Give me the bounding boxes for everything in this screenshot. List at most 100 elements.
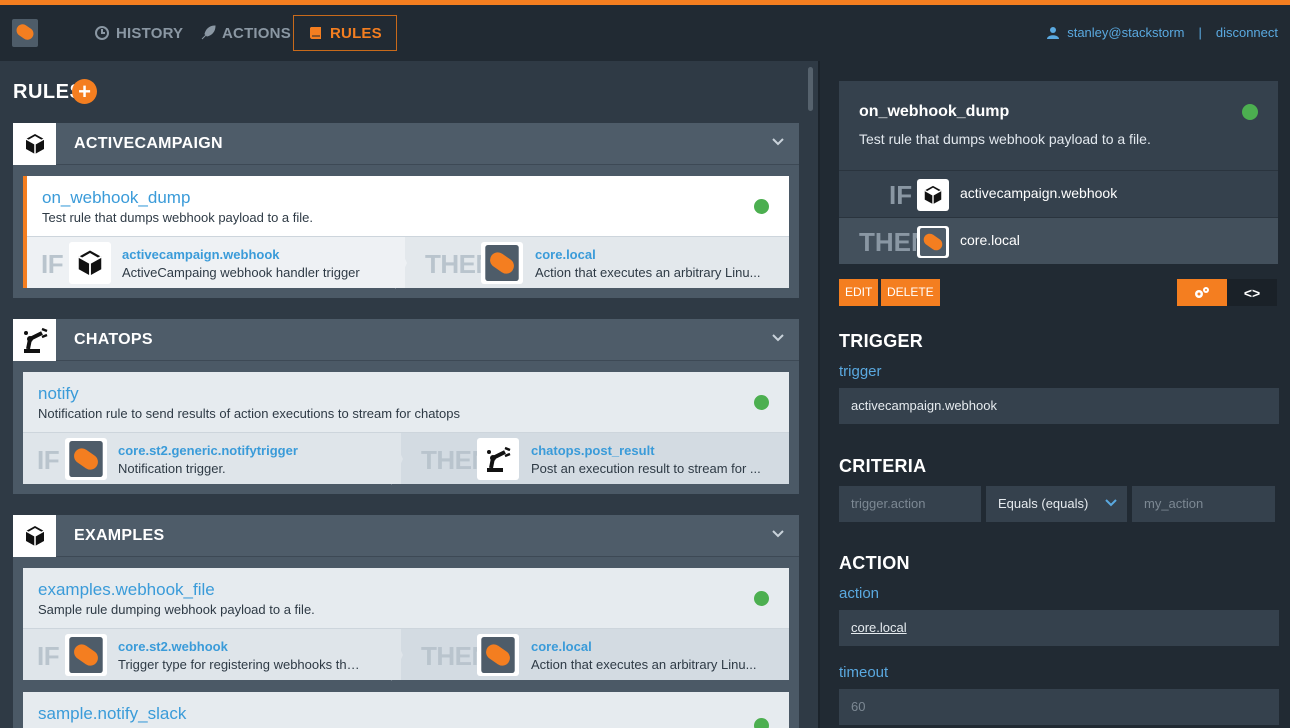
nav-history[interactable]: HISTORY <box>80 15 197 51</box>
trigger-description: ActiveCampaing webhook handler trigger <box>122 265 360 280</box>
timeout-field-label: timeout <box>839 664 889 681</box>
action-ref[interactable]: core.local <box>531 639 592 654</box>
detail-trigger-ref[interactable]: activecampaign.webhook <box>960 185 1117 201</box>
criteria-key-input[interactable]: trigger.action <box>839 486 981 522</box>
criteria-value-input[interactable]: my_action <box>1132 486 1275 522</box>
add-rule-button[interactable]: + <box>72 79 97 104</box>
rule-trigger: IF activecampaign.webhook ActiveCampaing… <box>27 237 407 289</box>
group-header[interactable]: ACTIVECAMPAIGN <box>13 123 799 165</box>
nav-rules[interactable]: RULES <box>293 15 397 51</box>
nav-actions[interactable]: ACTIONS <box>186 15 305 51</box>
detail-action-row: THEN core.local <box>839 217 1278 264</box>
chevron-down-icon <box>1105 499 1117 507</box>
cube-icon <box>69 242 111 284</box>
action-section-title: ACTION <box>839 553 910 573</box>
top-navigation-bar: HISTORY ACTIONS RULES stanley@stackstorm… <box>0 5 1290 61</box>
trigger-section-title: TRIGGER <box>839 331 924 351</box>
rule-name[interactable]: notify <box>38 384 79 404</box>
trigger-field-label: trigger <box>839 363 882 380</box>
rule-card[interactable]: sample.notify_slack <box>23 692 789 728</box>
action-description: Action that executes an arbitrary Linu..… <box>535 265 761 280</box>
rule-summary-card: on_webhook_dump Test rule that dumps web… <box>839 81 1278 264</box>
stackstorm-logo-icon[interactable] <box>12 19 38 47</box>
cube-icon <box>13 123 56 165</box>
trigger-field[interactable]: activecampaign.webhook <box>839 388 1279 424</box>
trigger-description: Trigger type for registering webhooks th… <box>118 657 366 672</box>
rule-group-activecampaign: ACTIVECAMPAIGN on_webhook_dump Test rule… <box>13 123 799 298</box>
username[interactable]: stanley@stackstorm <box>1067 25 1184 40</box>
chevron-down-icon[interactable] <box>771 527 785 541</box>
rule-name[interactable]: on_webhook_dump <box>42 188 190 208</box>
criteria-section-title: CRITERIA <box>839 456 927 476</box>
group-header[interactable]: CHATOPS <box>13 319 799 361</box>
action-field[interactable]: core.local <box>839 610 1279 646</box>
if-keyword: IF <box>37 641 60 671</box>
view-toggle: <> <box>1177 279 1277 306</box>
action-ref[interactable]: core.local <box>535 247 596 262</box>
detail-rule-name: on_webhook_dump <box>859 103 1010 120</box>
trigger-ref[interactable]: core.st2.generic.notifytrigger <box>118 443 298 458</box>
trigger-ref[interactable]: core.st2.webhook <box>118 639 228 654</box>
rule-card[interactable]: notify Notification rule to send results… <box>23 372 789 485</box>
nav-history-label: HISTORY <box>116 24 184 42</box>
rule-card[interactable]: examples.webhook_file Sample rule dumpin… <box>23 568 789 681</box>
code-view-toggle[interactable]: <> <box>1227 279 1277 306</box>
criteria-operator-select[interactable]: Equals (equals) <box>986 486 1127 522</box>
enabled-status-dot <box>754 591 769 606</box>
rule-group-chatops: CHATOPS notify Notification rule to send… <box>13 319 799 494</box>
rule-name[interactable]: examples.webhook_file <box>38 580 215 600</box>
robot-arm-icon <box>13 319 56 361</box>
stackstorm-pack-icon <box>917 226 949 258</box>
timeout-field[interactable]: 60 <box>839 689 1279 725</box>
arrow-separator <box>391 433 403 485</box>
rule-action: THEN core.local Action that executes an … <box>405 237 789 288</box>
rule-action: THEN core.local Action that executes an … <box>401 629 789 680</box>
rule-description: Test rule that dumps webhook payload to … <box>42 210 313 225</box>
group-header[interactable]: EXAMPLES <box>13 515 799 557</box>
history-icon <box>95 26 109 40</box>
chevron-down-icon[interactable] <box>771 135 785 149</box>
arrow-separator <box>395 237 407 289</box>
detail-trigger-row: IF activecampaign.webhook <box>839 170 1278 217</box>
rule-card[interactable]: on_webhook_dump Test rule that dumps web… <box>23 176 789 289</box>
rocket-icon <box>201 25 216 40</box>
enabled-status-dot <box>754 718 769 728</box>
rule-description: Notification rule to send results of act… <box>38 406 460 421</box>
user-separator: | <box>1198 25 1202 40</box>
chevron-down-icon[interactable] <box>771 331 785 345</box>
detail-rule-description: Test rule that dumps webhook payload to … <box>859 131 1151 147</box>
rule-action: THEN chatops.post_result Post an executi… <box>401 433 789 484</box>
rule-detail-panel: on_webhook_dump Test rule that dumps web… <box>820 61 1290 728</box>
edit-button[interactable]: EDIT <box>839 279 879 306</box>
action-ref[interactable]: chatops.post_result <box>531 443 655 458</box>
enabled-status-dot <box>754 395 769 410</box>
stackstorm-pack-icon <box>481 242 523 284</box>
stackstorm-pack-icon <box>477 634 519 676</box>
rule-name[interactable]: sample.notify_slack <box>38 704 186 724</box>
delete-button[interactable]: DELETE <box>881 279 940 306</box>
if-keyword: IF <box>41 249 64 279</box>
disconnect-link[interactable]: disconnect <box>1216 25 1278 40</box>
action-description: Post an execution result to stream for .… <box>531 461 761 476</box>
enabled-status-dot <box>1242 104 1258 120</box>
action-field-label: action <box>839 585 880 602</box>
rule-description: Sample rule dumping webhook payload to a… <box>38 602 315 617</box>
criteria-operator-value: Equals (equals) <box>998 496 1089 511</box>
trigger-description: Notification trigger. <box>118 461 226 476</box>
arrow-separator <box>391 629 403 681</box>
scrollbar[interactable] <box>808 67 813 111</box>
rules-list-panel: RULES + ACTIVECAMPAIGN on_webhook_dump T… <box>0 61 818 728</box>
cube-icon <box>13 515 56 557</box>
action-field-value[interactable]: core.local <box>851 620 907 635</box>
form-view-toggle[interactable] <box>1177 279 1227 306</box>
user-icon <box>1047 27 1060 39</box>
enabled-status-dot <box>754 199 769 214</box>
group-name: ACTIVECAMPAIGN <box>74 135 223 152</box>
user-area: stanley@stackstorm | disconnect <box>1047 25 1278 40</box>
rule-group-examples: EXAMPLES examples.webhook_file Sample ru… <box>13 515 799 728</box>
stackstorm-pack-icon <box>65 438 107 480</box>
trigger-ref[interactable]: activecampaign.webhook <box>122 247 280 262</box>
group-name: CHATOPS <box>74 331 153 348</box>
robot-arm-icon <box>477 438 519 480</box>
detail-action-ref[interactable]: core.local <box>960 232 1020 248</box>
